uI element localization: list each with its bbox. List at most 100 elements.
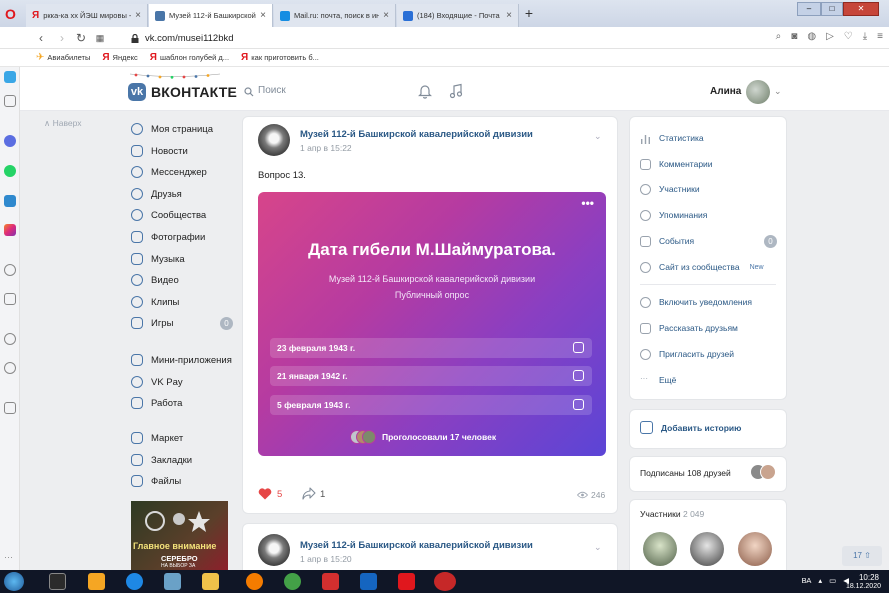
menu-item-mini-apps[interactable]: Мини-приложения <box>131 352 232 368</box>
instagram-icon[interactable] <box>4 224 16 236</box>
like-count[interactable]: 5 <box>277 489 282 500</box>
post-date[interactable]: 1 апр в 15:20 <box>300 554 352 564</box>
poll-option[interactable]: 5 февраля 1943 г. <box>270 395 592 415</box>
folder-icon[interactable] <box>202 573 219 590</box>
community-menu-item[interactable]: Сайт из сообщества New <box>640 260 764 274</box>
menu-item-bookmarks[interactable]: Закладки <box>131 452 192 468</box>
poll-option[interactable]: 21 января 1942 г. <box>270 366 592 386</box>
chevron-up-icon[interactable]: ▴ <box>818 576 822 585</box>
share-icon[interactable] <box>302 487 316 500</box>
avatar[interactable] <box>738 532 772 566</box>
back-icon[interactable]: ‹ <box>34 29 48 47</box>
minimize-icon[interactable]: – <box>797 2 821 16</box>
new-tab-plus-icon[interactable]: + <box>520 6 538 22</box>
post-author[interactable]: Музей 112-й Башкирской кавалерийской див… <box>300 129 533 140</box>
avatar[interactable] <box>746 80 770 104</box>
bookmark[interactable]: Я Яндекс <box>102 52 137 63</box>
bookmark[interactable]: Яшаблон голубей д... <box>150 52 229 63</box>
group-avatar[interactable] <box>258 534 290 566</box>
heart-icon[interactable] <box>4 333 16 345</box>
avatar[interactable] <box>690 532 724 566</box>
shield-icon[interactable]: ◍ <box>807 31 816 42</box>
browser-tab[interactable]: (184) Входящие - Почта М × <box>397 4 519 27</box>
menu-item-video[interactable]: Видео <box>131 272 179 288</box>
poll-voters[interactable]: Проголосовали 17 человек <box>350 430 496 444</box>
player-icon[interactable] <box>4 264 16 276</box>
menu-item-news[interactable]: Новости <box>131 143 188 159</box>
forward-icon[interactable]: › <box>55 29 69 47</box>
poll-option[interactable]: 23 февраля 1943 г. <box>270 338 592 358</box>
community-menu-item[interactable]: Участники <box>640 182 700 196</box>
menu-item-music[interactable]: Музыка <box>131 251 185 267</box>
scroll-counter[interactable]: 17 ⇧ <box>842 546 882 566</box>
avatar[interactable] <box>643 532 677 566</box>
user-name[interactable]: Алина <box>710 86 741 97</box>
heart-icon[interactable]: ♡ <box>844 31 853 42</box>
post-author[interactable]: Музей 112-й Башкирской кавалерийской див… <box>300 540 533 551</box>
speed-dial-icon[interactable]: ▦ <box>93 29 107 47</box>
ie-icon[interactable] <box>126 573 143 590</box>
reload-icon[interactable]: ↻ <box>74 29 88 47</box>
flow-icon[interactable] <box>4 293 16 305</box>
back-to-top-link[interactable]: ∧ Наверх <box>44 118 82 129</box>
word-icon[interactable] <box>360 573 377 590</box>
start-button-icon[interactable] <box>4 572 24 591</box>
bulb-icon[interactable] <box>4 402 16 414</box>
close-icon[interactable]: × <box>383 10 389 21</box>
checkbox[interactable] <box>573 370 584 381</box>
members-heading[interactable]: Участники 2 049 <box>640 509 704 519</box>
clock-date[interactable]: 18.12.2020 <box>846 583 881 590</box>
poll-author[interactable]: Музей 112-й Башкирской кавалерийской див… <box>258 274 606 284</box>
heart-icon[interactable] <box>258 488 272 500</box>
chevron-down-icon[interactable]: ⌄ <box>594 131 602 142</box>
menu-item-market[interactable]: Маркет <box>131 430 183 446</box>
checkbox[interactable] <box>573 399 584 410</box>
menu-item-friends[interactable]: Друзья <box>131 186 182 202</box>
menu-item-work[interactable]: Работа <box>131 395 182 411</box>
firefox-icon[interactable] <box>246 573 263 590</box>
community-menu-item[interactable]: Упоминания <box>640 208 707 222</box>
calc-icon[interactable] <box>164 573 181 590</box>
menu-item-games[interactable]: Игры <box>131 315 173 331</box>
maximize-icon[interactable]: □ <box>821 2 843 16</box>
group-avatar[interactable] <box>258 124 290 156</box>
explorer-icon[interactable] <box>88 573 105 590</box>
menu-item-messenger[interactable]: Мессенджер <box>131 164 207 180</box>
add-story-label[interactable]: Добавить историю <box>661 423 741 433</box>
vk-logo-icon[interactable]: vk <box>128 83 146 101</box>
bookmark[interactable]: ✈ Авиабилеты <box>36 52 90 63</box>
community-menu-item[interactable]: Включить уведомления <box>640 295 752 309</box>
bookmark[interactable]: Якак приготовить б... <box>241 52 319 63</box>
post-date[interactable]: 1 апр в 15:22 <box>300 143 352 153</box>
close-icon[interactable]: × <box>260 10 266 21</box>
close-window-icon[interactable]: ✕ <box>843 2 879 16</box>
music-note-icon[interactable] <box>449 83 463 99</box>
ad-banner[interactable]: Главное внимание СЕРЕБРО НА ВЫБОР ЗА <box>131 501 228 570</box>
home-icon[interactable] <box>4 71 16 83</box>
more-icon[interactable]: ··· <box>4 553 16 565</box>
media-icon[interactable] <box>322 573 339 590</box>
more-icon[interactable]: ••• <box>581 196 594 210</box>
friends-subscribed-label[interactable]: Подписаны 108 друзей <box>640 468 731 478</box>
menu-item-groups[interactable]: Сообщества <box>131 207 206 223</box>
vk-logo-text[interactable]: ВКОНТАКТЕ <box>151 84 237 100</box>
clock-time[interactable]: 10:28 <box>859 573 879 582</box>
community-menu-item[interactable]: События <box>640 234 694 248</box>
messenger-icon[interactable] <box>4 135 16 147</box>
menu-item-photos[interactable]: Фотографии <box>131 229 205 245</box>
whatsapp-icon[interactable] <box>4 165 16 177</box>
menu-item-files[interactable]: Файлы <box>131 473 181 489</box>
chevron-down-icon[interactable]: ⌄ <box>594 542 602 553</box>
location-icon[interactable] <box>4 95 16 107</box>
share-count[interactable]: 1 <box>320 489 325 500</box>
play-icon[interactable]: ▷ <box>826 31 834 42</box>
opera-icon[interactable] <box>434 572 456 591</box>
menu-item-clips[interactable]: Клипы <box>131 294 179 310</box>
7zip-icon[interactable] <box>49 573 66 590</box>
url-field[interactable]: vk.com/musei112bkd <box>145 33 234 44</box>
community-menu-item[interactable]: Рассказать друзьям <box>640 321 738 335</box>
opera-logo-icon[interactable]: O <box>5 6 16 22</box>
community-menu-item[interactable]: ··· Ещё <box>640 373 676 387</box>
menu-icon[interactable]: ≡ <box>877 31 883 42</box>
network-icon[interactable]: ▭ <box>829 576 836 585</box>
